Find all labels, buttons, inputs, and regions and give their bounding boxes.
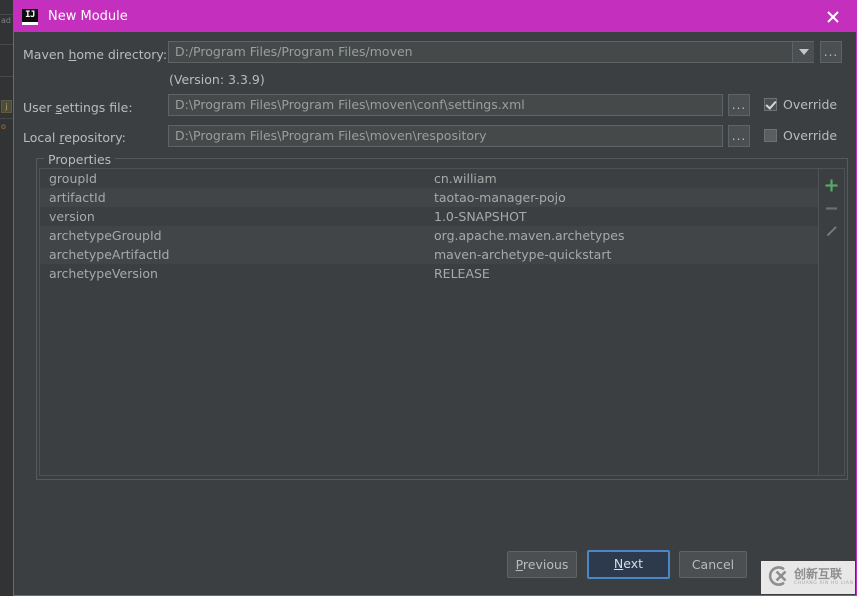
property-value: taotao-manager-pojo xyxy=(434,190,566,205)
user-settings-input[interactable]: D:\Program Files\Program Files\moven\con… xyxy=(168,94,723,116)
checkbox-box-unchecked xyxy=(764,129,777,142)
property-value: cn.william xyxy=(434,171,497,186)
property-name: archetypeGroupId xyxy=(49,228,162,243)
pencil-icon xyxy=(820,220,843,243)
user-settings-browse-button[interactable]: ... xyxy=(728,94,750,116)
watermark-pinyin-text: CHUANG XIN HU LIAN xyxy=(794,581,854,587)
user-settings-override-label: Override xyxy=(783,97,838,112)
ide-text-fragment-2: o xyxy=(1,122,6,131)
plus-icon[interactable] xyxy=(820,174,843,197)
minus-icon xyxy=(820,197,843,220)
properties-group-label: Properties xyxy=(44,152,116,167)
table-row[interactable]: artifactId taotao-manager-pojo xyxy=(40,188,819,207)
local-repository-input[interactable]: D:\Program Files\Program Files\moven\res… xyxy=(168,125,723,147)
checkbox-box-checked xyxy=(764,98,777,111)
local-repository-label: Local repository: xyxy=(23,130,126,145)
ide-editor-tab[interactable]: j xyxy=(1,100,12,113)
ide-text-fragment: ad xyxy=(1,16,11,25)
properties-table[interactable]: groupId cn.william artifactId taotao-man… xyxy=(40,169,819,475)
property-name: archetypeVersion xyxy=(49,266,158,281)
maven-home-browse-button[interactable]: ... xyxy=(820,41,842,63)
chevron-down-icon[interactable] xyxy=(792,42,814,62)
properties-toolbar xyxy=(818,169,844,475)
intellij-idea-icon: IJ xyxy=(22,8,38,25)
dialog-title: New Module xyxy=(48,9,128,24)
dialog-titlebar[interactable]: IJ New Module xyxy=(14,1,856,32)
maven-home-input[interactable]: D:/Program Files/Program Files/moven xyxy=(168,41,814,63)
new-module-dialog: IJ New Module Maven home directory: D:/P… xyxy=(13,0,857,596)
next-button[interactable]: Next xyxy=(587,550,670,579)
property-name: version xyxy=(49,209,95,224)
local-repository-override-label: Override xyxy=(783,128,838,143)
table-row[interactable]: version 1.0-SNAPSHOT xyxy=(40,207,819,226)
ide-editor-tab-label: j xyxy=(5,102,8,111)
table-row[interactable]: archetypeGroupId org.apache.maven.archet… xyxy=(40,226,819,245)
maven-home-label: Maven home directory: xyxy=(23,47,168,62)
local-repository-browse-button[interactable]: ... xyxy=(728,125,750,147)
properties-panel: groupId cn.william artifactId taotao-man… xyxy=(39,168,845,476)
close-icon[interactable] xyxy=(810,1,856,32)
property-value: 1.0-SNAPSHOT xyxy=(434,209,527,224)
ide-left-strip: ad j o xyxy=(0,0,14,596)
property-name: groupId xyxy=(49,171,97,186)
property-name: artifactId xyxy=(49,190,106,205)
user-settings-label: User settings file: xyxy=(23,100,133,115)
cancel-button[interactable]: Cancel xyxy=(679,551,747,578)
property-value: maven-archetype-quickstart xyxy=(434,247,612,262)
local-repository-override-checkbox[interactable]: Override xyxy=(764,128,837,143)
property-value: RELEASE xyxy=(434,266,490,281)
previous-button[interactable]: Previous xyxy=(507,551,577,578)
maven-version-note: (Version: 3.3.9) xyxy=(169,72,265,87)
watermark: 创新互联 CHUANG XIN HU LIAN xyxy=(761,561,855,594)
property-name: archetypeArtifactId xyxy=(49,247,170,262)
table-row[interactable]: groupId cn.william xyxy=(40,169,819,188)
watermark-cn-text: 创新互联 xyxy=(794,567,843,582)
table-row[interactable]: archetypeVersion RELEASE xyxy=(40,264,819,283)
dialog-content: Maven home directory: D:/Program Files/P… xyxy=(14,32,856,595)
property-value: org.apache.maven.archetypes xyxy=(434,228,625,243)
cx-circle-logo-icon xyxy=(765,565,791,590)
user-settings-override-checkbox[interactable]: Override xyxy=(764,97,837,112)
table-row[interactable]: archetypeArtifactId maven-archetype-quic… xyxy=(40,245,819,264)
